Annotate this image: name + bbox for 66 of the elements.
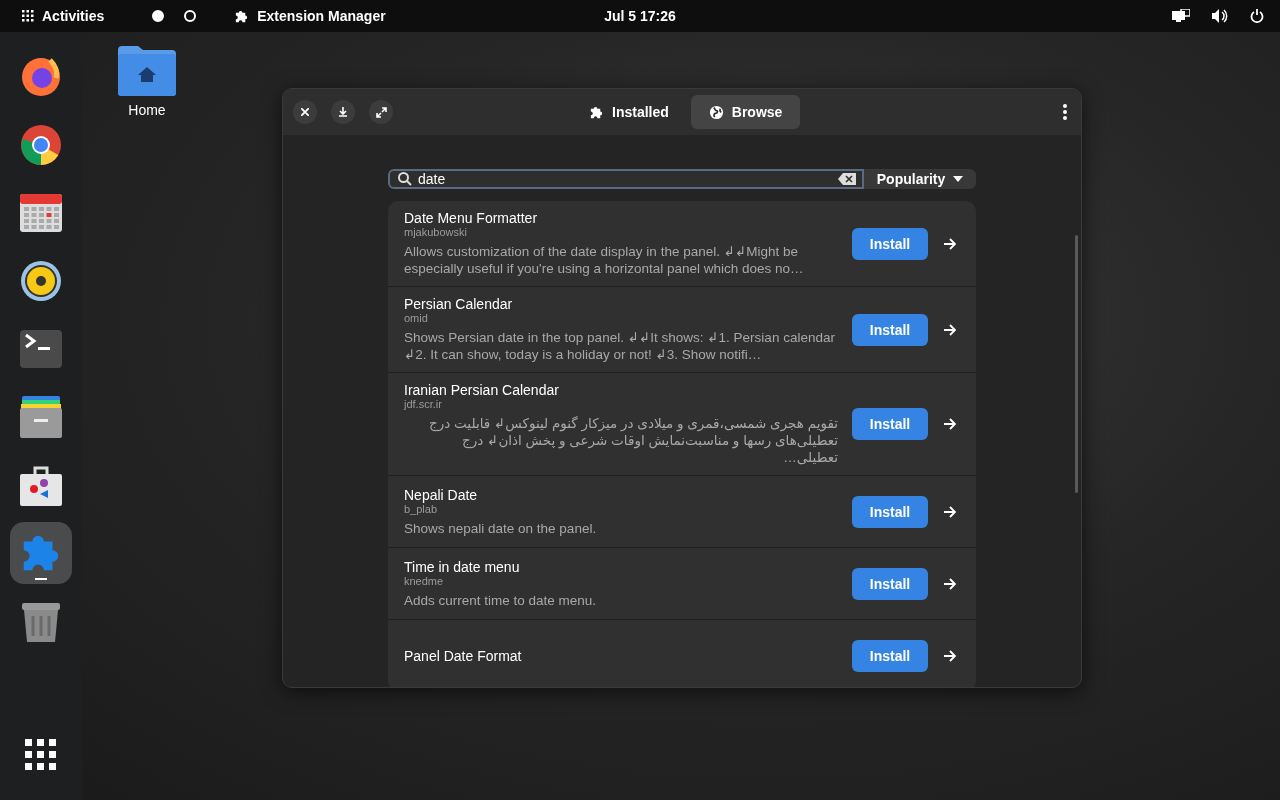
scrollbar[interactable] bbox=[1075, 235, 1078, 493]
browser-icon bbox=[20, 124, 62, 166]
install-button[interactable]: Install bbox=[852, 227, 928, 260]
shopping-bag-icon bbox=[20, 464, 62, 506]
install-button[interactable]: Install bbox=[852, 495, 928, 528]
kebab-menu-icon bbox=[1063, 104, 1067, 120]
maximize-button[interactable] bbox=[369, 100, 393, 124]
extension-author: omid bbox=[404, 312, 429, 324]
close-button[interactable] bbox=[293, 100, 317, 124]
tab[interactable]: Browse bbox=[690, 95, 801, 129]
search-field[interactable]: date bbox=[388, 169, 864, 189]
home-folder-icon[interactable] bbox=[118, 46, 176, 96]
install-button[interactable]: Install bbox=[852, 639, 928, 672]
sort-dropdown[interactable]: Popularity bbox=[864, 169, 976, 189]
install-button[interactable]: Install bbox=[852, 567, 928, 600]
extension-author: knedme bbox=[404, 574, 445, 587]
expand-icon bbox=[375, 106, 387, 118]
right-arrow-icon bbox=[944, 237, 956, 250]
extension-name: Panel Date Format bbox=[404, 647, 523, 664]
globe-icon bbox=[708, 104, 724, 120]
extension-description: Adds current time to date menu. bbox=[404, 591, 598, 609]
clear-icon[interactable] bbox=[838, 173, 856, 185]
extension-name: Iranian Persian Calendar bbox=[404, 382, 560, 398]
activities-button[interactable]: Activities bbox=[18, 8, 109, 24]
extension-description: Shows nepali date on the panel. bbox=[404, 519, 598, 537]
app-menu[interactable]: Extension Manager bbox=[230, 8, 390, 24]
extension-name: Date Menu Formatter bbox=[404, 210, 539, 226]
extension-description: Shows Persian date in the top panel. ↲↲It shows: ↲1. Persian calendar ↲2. It can show, today is a holiday or not! ↲3. Show notifi… bbox=[404, 329, 836, 363]
terminal-icon bbox=[20, 330, 62, 368]
download-button[interactable] bbox=[331, 100, 355, 124]
extension-description: Allows customization of the date display in the panel. ↲↲Might be especially useful if you're using a horizontal panel which does no… bbox=[404, 243, 805, 277]
download-icon bbox=[338, 107, 348, 117]
trash-icon bbox=[22, 600, 60, 642]
extension-author: mjakubowski bbox=[404, 226, 468, 238]
display-icon[interactable] bbox=[1172, 9, 1190, 23]
clock[interactable]: Jul 5 17:26 bbox=[604, 8, 676, 24]
file-cabinet-icon bbox=[20, 396, 62, 438]
browser-icon bbox=[20, 56, 62, 98]
speaker-icon bbox=[20, 260, 62, 302]
extension-author: b_plab bbox=[404, 502, 438, 515]
volume-icon[interactable] bbox=[1212, 9, 1228, 23]
app-grid-icon bbox=[25, 739, 57, 771]
puzzle-icon bbox=[234, 8, 250, 24]
right-arrow-icon bbox=[944, 418, 956, 430]
power-icon[interactable] bbox=[1250, 9, 1264, 23]
caret-icon bbox=[953, 176, 964, 182]
tab[interactable]: Installed bbox=[571, 95, 687, 129]
right-arrow-icon bbox=[944, 649, 956, 662]
extension-name: Nepali Date bbox=[404, 486, 479, 503]
extension-name: Time in date menu bbox=[404, 558, 521, 575]
right-arrow-icon bbox=[944, 323, 956, 336]
right-arrow-icon bbox=[944, 577, 956, 590]
desktop-icon-label: Home bbox=[128, 102, 166, 118]
close-icon bbox=[301, 108, 309, 116]
calendar-icon bbox=[20, 194, 62, 232]
install-button[interactable]: Install bbox=[852, 408, 928, 440]
workspace-indicator[interactable] bbox=[184, 10, 197, 22]
workspace-indicator[interactable] bbox=[152, 10, 165, 22]
extension-name: Persian Calendar bbox=[404, 296, 514, 312]
app-grid-icon bbox=[22, 10, 34, 22]
search-icon bbox=[398, 172, 412, 186]
extension-author: jdf.scr.ir bbox=[404, 398, 443, 410]
right-arrow-icon bbox=[944, 505, 956, 518]
install-button[interactable]: Install bbox=[852, 313, 928, 346]
puzzle-icon bbox=[589, 104, 604, 120]
extension-description: تقویم هجری شمسی،قمری و میلادی در میزکار گنوم لینوکس↲ قابلیت درج تعطیلی‌های رسها و مناسبت‌نمایش اوقات شرعی و پخش اذان↲ درج تعطیلی… bbox=[428, 415, 838, 466]
